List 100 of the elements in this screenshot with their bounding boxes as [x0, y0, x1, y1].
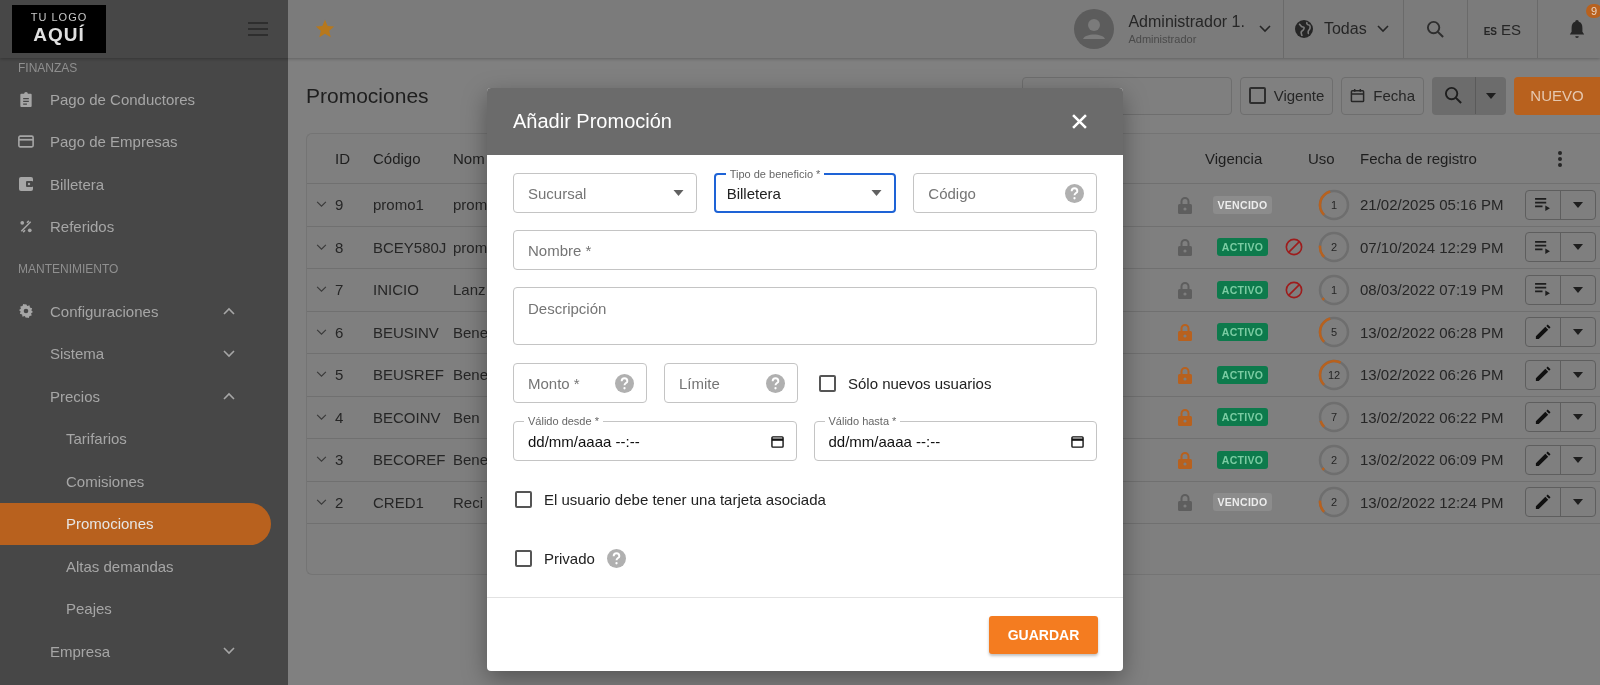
action-split-button[interactable] — [1524, 359, 1596, 390]
sidebar-item[interactable]: Pago de Empresas — [0, 120, 271, 163]
table-cell: Bene — [453, 366, 489, 384]
table-cell: Lanz — [453, 281, 486, 299]
date-filter-button[interactable]: Fecha — [1341, 76, 1424, 115]
chevron-down-icon — [223, 647, 235, 656]
chevron-down-icon[interactable] — [315, 201, 327, 209]
sidebar-item[interactable]: Sistema — [0, 332, 271, 375]
bell-icon[interactable] — [1568, 19, 1586, 39]
chevron-down-icon[interactable] — [315, 286, 327, 294]
caret-icon — [1572, 499, 1583, 506]
text-field[interactable]: Límite — [664, 363, 798, 403]
action-split-button[interactable] — [1524, 274, 1596, 305]
action-split-button[interactable] — [1524, 487, 1596, 518]
language-selector[interactable]: ES ES — [1467, 20, 1537, 38]
flag-code: ES — [1483, 25, 1497, 37]
action-split-button[interactable] — [1524, 444, 1596, 475]
usage-count: 12 — [1327, 368, 1341, 381]
text-field[interactable]: Código — [913, 173, 1097, 213]
sidebar-item[interactable]: Billetera — [0, 163, 271, 206]
pencil-icon — [1534, 451, 1551, 469]
table-cell-text: 8 — [335, 238, 345, 256]
status-badge: ACTIVO — [1216, 323, 1269, 342]
action-split-button[interactable] — [1524, 402, 1596, 433]
new-button[interactable]: NUEVO — [1514, 76, 1600, 115]
action-split-button[interactable] — [1524, 232, 1596, 263]
region-selector[interactable]: Todas — [1283, 19, 1403, 39]
column-header[interactable]: Fecha de registro — [1360, 150, 1520, 167]
table-cell-text: 3 — [335, 451, 345, 469]
search-icon[interactable] — [1425, 19, 1445, 39]
sidebar-item[interactable]: Altas demandas — [0, 545, 271, 588]
sidebar-item[interactable]: Tarifarios — [0, 417, 271, 460]
sidebar-item[interactable]: Pago de Conductores — [0, 78, 271, 121]
sidebar-item[interactable]: Promociones — [0, 502, 271, 545]
column-header[interactable]: Uso — [1308, 150, 1360, 167]
sidebar-item[interactable]: Configuraciones — [0, 290, 271, 333]
checkbox-label: Sólo nuevos usuarios — [848, 374, 992, 392]
table-cell-text: 5 — [335, 366, 345, 384]
status-badge: ACTIVO — [1216, 280, 1269, 299]
text-input[interactable]: Monto * — [528, 364, 607, 402]
sidebar-item[interactable]: Empresa — [0, 630, 271, 673]
usage-count: 2 — [1330, 496, 1338, 509]
caret-icon — [1572, 244, 1583, 251]
sidebar-item[interactable]: Peajes — [0, 587, 271, 630]
status-badge: VENCIDO — [1212, 195, 1273, 214]
table-cell-text: 2 — [335, 493, 345, 511]
chevron-down-icon[interactable] — [315, 498, 327, 506]
notification-badge: 9 — [1585, 4, 1600, 18]
language-label: ES — [1501, 20, 1521, 38]
usage-count: 2 — [1330, 241, 1338, 254]
table-cell: prom — [453, 196, 488, 214]
table-cell-text: 13/02/2022 06:22 PM — [1360, 408, 1505, 426]
chevron-down-icon[interactable] — [315, 328, 327, 336]
chevron-down-icon[interactable] — [315, 413, 327, 421]
close-icon[interactable] — [1072, 114, 1087, 129]
save-button[interactable]: GUARDAR — [989, 615, 1098, 654]
table-cell-text: CRED1 — [373, 493, 425, 511]
action-split-button[interactable] — [1524, 189, 1596, 220]
sidebar-item[interactable]: Referidos — [0, 205, 271, 248]
more-options-icon[interactable] — [1558, 150, 1562, 167]
text-input[interactable]: Código — [928, 174, 1057, 212]
dialog-title: Añadir Promoción — [513, 110, 672, 133]
usage-count: 2 — [1330, 453, 1338, 466]
table-cell-text: BEUSREF — [373, 366, 445, 384]
globe-icon — [1293, 19, 1314, 39]
column-header[interactable]: Código — [373, 150, 453, 167]
calendar-icon — [770, 434, 784, 448]
chevron-up-icon — [223, 392, 235, 401]
caret-icon — [1572, 371, 1583, 378]
chevron-down-icon[interactable] — [315, 243, 327, 251]
caret-icon — [1572, 201, 1583, 208]
chevron-down-icon[interactable] — [315, 456, 327, 464]
action-split-button[interactable] — [1524, 317, 1596, 348]
checkbox[interactable] — [515, 549, 532, 567]
pencil-icon — [1534, 493, 1551, 511]
text-input[interactable]: Límite — [679, 364, 758, 402]
status-badge: ACTIVO — [1216, 238, 1269, 257]
vigente-filter[interactable]: Vigente — [1239, 76, 1334, 115]
chevron-down-icon[interactable] — [315, 371, 327, 379]
field-label: Válido desde * — [524, 415, 603, 427]
status-badge: ACTIVO — [1216, 408, 1269, 427]
sidebar-item[interactable]: Precios — [0, 375, 271, 418]
textarea-field[interactable]: Descripción — [513, 287, 1097, 345]
checkbox[interactable] — [515, 490, 532, 508]
pencil-icon — [1534, 323, 1551, 341]
field-label: Tipo de beneficio * — [725, 168, 825, 180]
table-cell-text: promo1 — [373, 196, 425, 214]
text-field[interactable]: Monto * — [513, 363, 647, 403]
star-icon[interactable] — [314, 18, 336, 40]
column-header[interactable]: ID — [335, 150, 373, 167]
select-field[interactable]: Sucursal — [513, 173, 697, 213]
checkbox-label: El usuario debe tener una tarjeta asociada — [544, 490, 826, 508]
column-header[interactable]: Vigencia — [1205, 150, 1280, 167]
checkbox[interactable] — [819, 374, 836, 392]
field-label: Válido hasta * — [824, 415, 901, 427]
chevron-down-icon — [223, 349, 235, 358]
section-title: MANTENIMIENTO — [17, 261, 120, 278]
sidebar-item[interactable]: Comisiones — [0, 460, 271, 503]
table-cell-text: 13/02/2022 12:24 PM — [1360, 493, 1505, 511]
textarea-input[interactable]: Descripción — [528, 300, 1084, 322]
